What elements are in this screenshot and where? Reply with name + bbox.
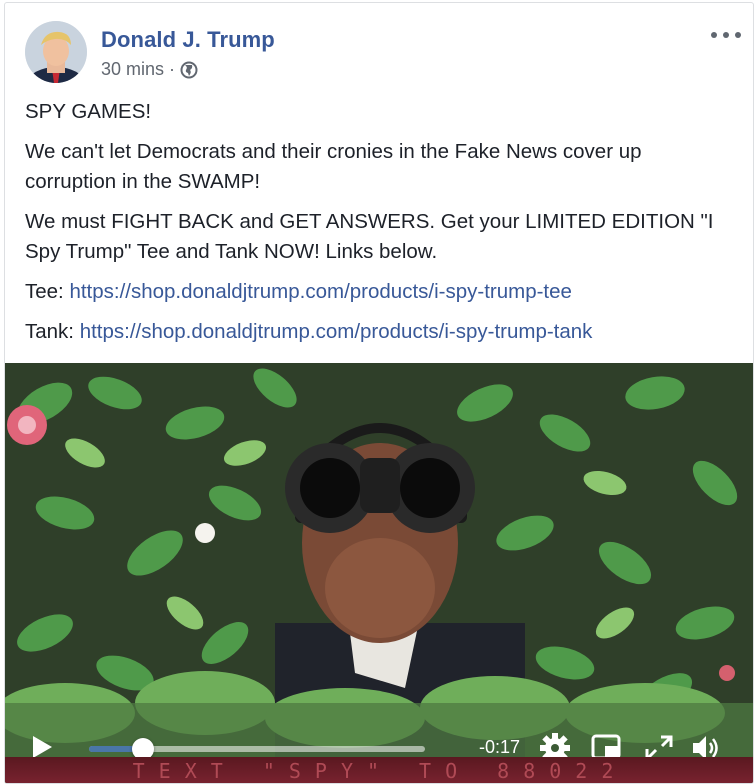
promo-banner: TEXT "SPY" TO 88022 xyxy=(5,757,753,783)
globe-icon xyxy=(180,61,198,78)
video-frame xyxy=(5,363,753,783)
play-icon[interactable] xyxy=(31,735,53,759)
post-paragraph: We must FIGHT BACK and GET ANSWERS. Get … xyxy=(25,210,714,263)
meta-separator: · xyxy=(169,59,176,79)
tank-line: Tank: https://shop.donaldjtrump.com/prod… xyxy=(25,317,733,347)
video-player[interactable]: -0:17 TEXT "SPY" TO 88022 xyxy=(5,363,753,783)
post-meta: 30 mins · xyxy=(101,59,198,80)
tee-link[interactable]: https://shop.donaldjtrump.com/products/i… xyxy=(69,280,571,303)
tank-link[interactable]: https://shop.donaldjtrump.com/products/i… xyxy=(80,320,593,343)
post-paragraph: SPY GAMES! xyxy=(25,100,152,123)
progress-track[interactable] xyxy=(89,738,425,760)
post-body: SPY GAMES! We can't let Democrats and th… xyxy=(25,97,733,357)
time-remaining: -0:17 xyxy=(479,737,521,757)
tee-label: Tee: xyxy=(25,280,64,303)
ellipsis-icon[interactable] xyxy=(711,25,741,45)
post-card: Donald J. Trump 30 mins · SPY GAMES! We … xyxy=(4,2,754,784)
tee-line: Tee: https://shop.donaldjtrump.com/produ… xyxy=(25,277,733,307)
avatar[interactable] xyxy=(25,21,87,83)
post-header: Donald J. Trump 30 mins · xyxy=(25,21,753,87)
tank-label: Tank: xyxy=(25,320,74,343)
timestamp[interactable]: 30 mins xyxy=(101,59,164,80)
post-paragraph: We can't let Democrats and their cronies… xyxy=(25,140,642,193)
author-name[interactable]: Donald J. Trump xyxy=(101,27,275,53)
